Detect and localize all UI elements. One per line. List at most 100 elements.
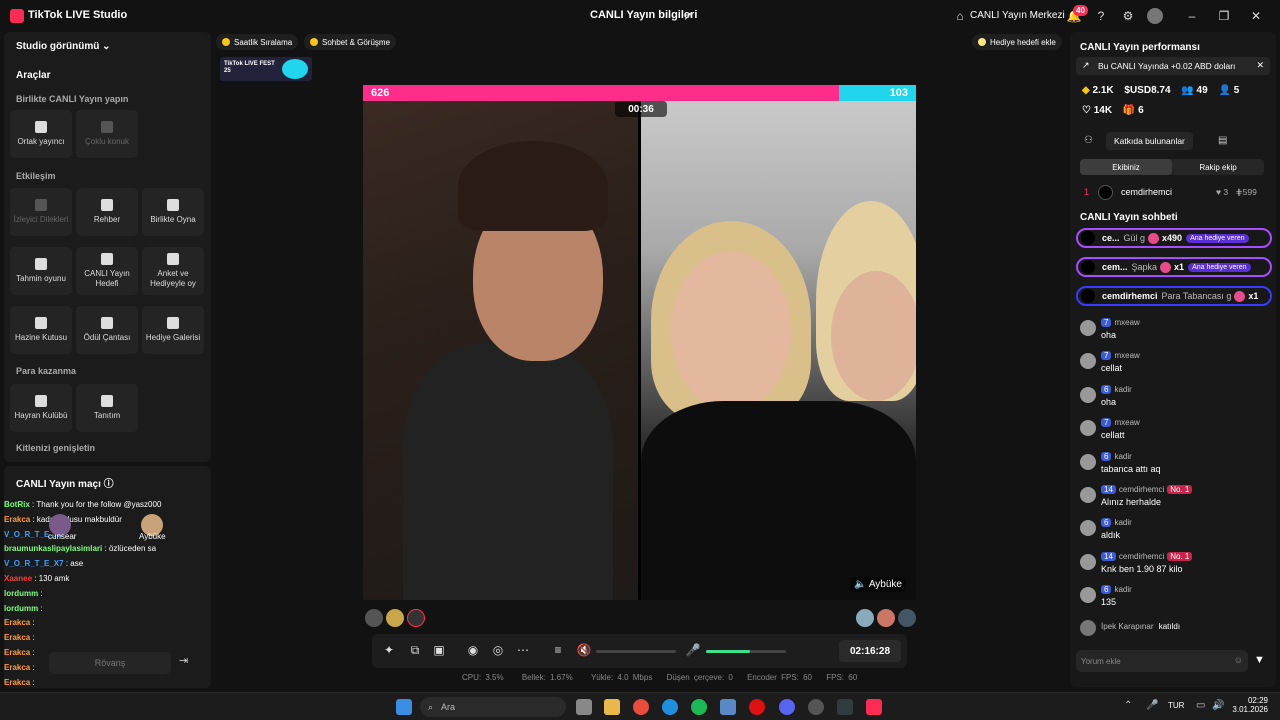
gear-icon[interactable]: ⚙ [1120, 8, 1136, 24]
chat-avatar[interactable] [1080, 386, 1096, 403]
close-icon[interactable]: ✕ [1248, 8, 1264, 24]
home-icon[interactable]: ⌂ [952, 8, 968, 24]
spotify-icon[interactable] [691, 699, 707, 715]
chat-avatar[interactable] [1080, 553, 1096, 570]
help-icon[interactable]: ⓘ [104, 479, 114, 490]
avatar[interactable] [1147, 8, 1163, 24]
tab-rival-team[interactable]: Rakip ekip [1172, 159, 1264, 175]
studio-view-dropdown[interactable]: Studio görünümü ⌄ [16, 41, 111, 52]
tab-my-team[interactable]: Ekibiniz [1080, 159, 1172, 175]
maximize-icon[interactable]: ❐ [1216, 8, 1232, 24]
guess-game-button[interactable]: Tahmin oyunu [10, 247, 72, 295]
rematch-button[interactable]: Rövanş [49, 652, 171, 674]
edge-icon[interactable] [662, 699, 678, 715]
chat-meet-pill[interactable]: Sohbet & Görüşme [304, 34, 397, 50]
close-icon[interactable]: ✕ [1256, 60, 1264, 71]
overlay-chat-user: Erakca [4, 514, 31, 524]
chat-username[interactable]: mxeaw [1114, 418, 1139, 427]
viewer-requests-button[interactable]: İzleyici Dilekleri [10, 188, 72, 236]
minimize-icon[interactable]: – [1184, 8, 1200, 24]
multi-guest-button[interactable]: Çoklu konuk [76, 110, 138, 158]
opera-icon[interactable] [749, 699, 765, 715]
list-icon[interactable]: ▤ [1218, 135, 1227, 146]
play-together-button[interactable]: Birlikte Oyna [142, 188, 204, 236]
chat-avatar[interactable] [1080, 487, 1096, 503]
contributors-button[interactable]: Katkıda bulunanlar [1106, 132, 1193, 150]
speaker-mute-icon[interactable]: 🔇 [577, 643, 592, 657]
supporter-avatar[interactable] [856, 609, 874, 627]
chat-username[interactable]: cemdirhemci [1119, 485, 1164, 494]
chat-username[interactable]: mxeaw [1114, 351, 1139, 360]
discord-icon[interactable] [779, 699, 795, 715]
share-icon[interactable]: ↗ [680, 8, 696, 24]
chat-username[interactable]: kadir [1114, 518, 1131, 527]
overlay-chat-separator: : [30, 633, 35, 643]
mic-level-fill [706, 650, 750, 653]
top-user-name[interactable]: cemdirhemci [1121, 187, 1172, 197]
help-icon[interactable]: ? [1093, 8, 1109, 24]
add-gift-goal-pill[interactable]: Hediye hedefi ekle [972, 34, 1062, 50]
chat-avatar[interactable] [1080, 320, 1096, 336]
terminal-icon[interactable] [837, 699, 853, 715]
comment-input[interactable]: Yorum ekle ☺ [1076, 650, 1248, 672]
chat-username[interactable]: cemdirhemci [1119, 552, 1164, 561]
screen-icon[interactable]: ▣ [432, 643, 446, 657]
file-explorer-icon[interactable] [604, 699, 620, 715]
supporter-avatar[interactable] [365, 609, 383, 627]
live-center-link[interactable]: CANLI Yayın Merkezi [970, 10, 1065, 21]
camera-effect-icon[interactable]: ◎ [491, 643, 505, 657]
chat-avatar[interactable] [1080, 353, 1096, 370]
promo-button[interactable]: Tanıtım [76, 384, 138, 432]
chat-avatar[interactable] [1080, 420, 1096, 437]
co-host-button[interactable]: Ortak yayıncı [10, 110, 72, 158]
chat-username[interactable]: kadir [1114, 585, 1131, 594]
steam-icon[interactable] [720, 699, 736, 715]
reward-bag-button[interactable]: Ödül Çantası [76, 306, 138, 354]
gift-gallery-button[interactable]: Hediye Galerisi [142, 306, 204, 354]
hourly-ranking-pill[interactable]: Saatlik Sıralama [216, 34, 299, 50]
record-icon[interactable]: ◉ [466, 643, 480, 657]
chat-username[interactable]: kadir [1114, 452, 1131, 461]
more-icon[interactable]: ⋯ [516, 643, 530, 657]
clock[interactable]: 02:29 3.01.2026 [1230, 696, 1268, 714]
exit-icon[interactable]: ⇥ [179, 654, 197, 672]
level-badge: 6 [1101, 384, 1112, 394]
supporter-avatar[interactable] [877, 609, 895, 627]
mic-level-slider[interactable] [706, 650, 786, 653]
add-user-icon[interactable]: ⚇ [1084, 135, 1093, 146]
fan-club-button[interactable]: Hayran Kulübü [10, 384, 72, 432]
supporter-avatar[interactable] [407, 609, 425, 627]
language-indicator[interactable]: TUR [1168, 701, 1184, 710]
microphone-icon[interactable]: 🎤 [686, 643, 701, 657]
tiktok-studio-icon[interactable] [866, 699, 882, 715]
supporter-avatar[interactable] [898, 609, 916, 627]
tray-chevron-icon[interactable]: ⌃ [1124, 700, 1132, 711]
app-icon[interactable] [808, 699, 824, 715]
guest-name-tag[interactable]: 🔈 Aybüke [850, 577, 906, 592]
chat-username[interactable]: kadir [1114, 385, 1131, 394]
treasure-box-button[interactable]: Hazine Kutusu [10, 306, 72, 354]
filter-icon[interactable]: ▼ [1254, 654, 1265, 666]
volume-slider[interactable] [596, 650, 676, 653]
live-goal-button[interactable]: CANLI Yayın Hedefi [76, 247, 138, 295]
chat-avatar[interactable] [1080, 587, 1096, 604]
magic-wand-icon[interactable]: ✦ [382, 643, 396, 657]
windows-start-icon[interactable] [396, 699, 412, 715]
chat-username[interactable]: mxeaw [1114, 318, 1139, 327]
task-view-icon[interactable] [576, 699, 592, 715]
emoji-icon[interactable]: ☺ [1234, 655, 1243, 665]
poll-gift-button[interactable]: Anket ve Hediyeyle oy [142, 247, 204, 295]
network-icon[interactable]: ▭ [1196, 700, 1205, 711]
live-fest-banner[interactable]: TikTok LIVE FEST 25 [220, 57, 312, 81]
chat-text: Alınız herhalde [1101, 497, 1162, 507]
guide-button[interactable]: Rehber [76, 188, 138, 236]
settings-sliders-icon[interactable]: ≡ [551, 643, 565, 657]
supporter-avatar[interactable] [386, 609, 404, 627]
chat-avatar[interactable] [1080, 520, 1096, 537]
volume-icon[interactable]: 🔊 [1212, 700, 1224, 711]
taskbar-search[interactable]: ⌕ Ara [420, 697, 566, 717]
chat-avatar[interactable] [1080, 453, 1096, 470]
chrome-icon[interactable] [633, 699, 649, 715]
layout-icon[interactable]: ⧉ [408, 643, 422, 657]
tray-mic-icon[interactable]: 🎤 [1146, 700, 1158, 711]
